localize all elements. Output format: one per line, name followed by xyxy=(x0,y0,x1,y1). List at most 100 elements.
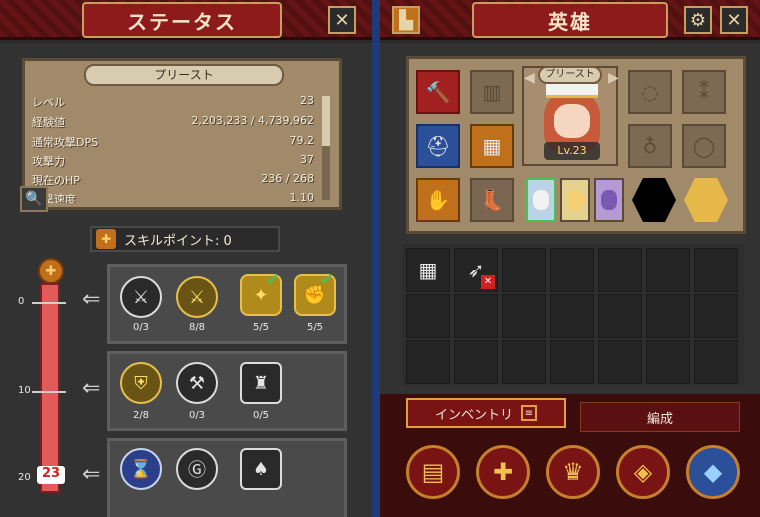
tier-arrow-icon: ⇐ xyxy=(82,462,101,487)
cross-icon: ✚ xyxy=(492,458,514,486)
party-hero-priest[interactable] xyxy=(526,178,556,222)
inventory-item-armor[interactable]: ▦ xyxy=(406,248,450,292)
chain-armor-icon: ▦ xyxy=(418,258,438,282)
hero-list-button[interactable]: ▙ xyxy=(392,6,420,34)
tab-party[interactable]: 編成 xyxy=(580,402,740,432)
crown-button[interactable]: ♛ xyxy=(546,445,600,499)
stat-value: 2,203,233 / 4,739,962 xyxy=(191,114,314,127)
status-panel: ステータス ✕ プリースト レベル 23 経験値 2,203,233 / 4,739… xyxy=(0,0,372,517)
stats-scrollbar[interactable] xyxy=(322,96,330,200)
earring-slot-empty[interactable]: ⁑ xyxy=(682,70,726,114)
crystal-icon: ◆ xyxy=(703,458,723,486)
glove-slot[interactable]: ✋ xyxy=(416,178,460,222)
armor-outline-icon: ▥ xyxy=(482,80,502,104)
skill-count: 0/5 xyxy=(252,410,270,421)
stat-value: 23 xyxy=(300,94,314,107)
inventory-cell[interactable] xyxy=(646,340,690,384)
inventory-cell[interactable] xyxy=(454,340,498,384)
inventory-cell[interactable] xyxy=(694,294,738,338)
portrait-hat xyxy=(546,84,598,98)
axe-icon[interactable]: ⚒ xyxy=(176,362,218,404)
gear-icon: ⚙ xyxy=(689,9,707,31)
hero-title: 英雄 xyxy=(472,2,668,38)
stat-label: レベル xyxy=(32,96,65,109)
boots-slot[interactable]: 👢 xyxy=(470,178,514,222)
inventory-cell[interactable] xyxy=(598,248,642,292)
ring-slot-empty[interactable]: ◯ xyxy=(682,124,726,168)
inventory-cell[interactable] xyxy=(694,248,738,292)
inventory-cell[interactable] xyxy=(406,294,450,338)
rune-icon[interactable]: Ⓖ xyxy=(176,448,218,490)
hero-settings-button[interactable]: ⚙ xyxy=(684,6,712,34)
stat-row-speed: 攻撃速度 1.10 xyxy=(32,191,314,203)
prev-hero-icon[interactable]: ◀ xyxy=(524,70,535,86)
hourglass-icon[interactable]: ⌛ xyxy=(120,448,162,490)
weapon-slot[interactable]: 🔨 xyxy=(416,70,460,114)
ring-icon: ◯ xyxy=(692,134,716,158)
fortress-icon[interactable]: ♜ xyxy=(240,362,282,404)
mace-icon: 🔨 xyxy=(425,80,451,104)
party-hero-knight[interactable] xyxy=(560,178,590,222)
close-icon: ✕ xyxy=(726,9,742,31)
inventory-cell[interactable] xyxy=(550,294,594,338)
stat-label: 経験値 xyxy=(32,116,65,129)
inventory-cell[interactable] xyxy=(502,340,546,384)
inventory-cell[interactable] xyxy=(694,340,738,384)
next-hero-icon[interactable]: ▶ xyxy=(608,70,619,86)
inventory-cell[interactable] xyxy=(502,294,546,338)
tier-label: 0 xyxy=(18,296,25,307)
sort-icon[interactable]: ≡ xyxy=(521,405,537,421)
portrait-class-label: プリースト xyxy=(538,66,602,84)
chest-icon: ▤ xyxy=(421,458,445,486)
armor-slot-empty[interactable]: ▥ xyxy=(470,70,514,114)
shield-icon[interactable]: ⛨ xyxy=(120,362,162,404)
cube-button[interactable]: ◈ xyxy=(616,445,670,499)
crossed-blades-icon[interactable]: ⚔ xyxy=(176,276,218,318)
status-close-button[interactable]: ✕ xyxy=(328,6,356,34)
inventory-cell[interactable] xyxy=(598,294,642,338)
stats-scroll-thumb[interactable] xyxy=(322,96,330,146)
class-name-label: プリースト xyxy=(84,64,284,86)
earring-icon: ⁑ xyxy=(699,80,709,104)
hero-avatar-icon xyxy=(601,190,617,210)
inventory-cell[interactable] xyxy=(646,248,690,292)
stat-value: 79.2 xyxy=(289,134,315,147)
zoom-button[interactable]: 🔍 xyxy=(20,186,48,212)
inventory-cell[interactable] xyxy=(502,248,546,292)
stat-row-exp: 経験値 2,203,233 / 4,739,962 xyxy=(32,114,314,132)
inventory-cell[interactable] xyxy=(598,340,642,384)
potion-icon: ♁ xyxy=(642,134,658,158)
skill-cross-button[interactable]: ✚ xyxy=(476,445,530,499)
hero-close-button[interactable]: ✕ xyxy=(720,6,748,34)
inventory-cell[interactable] xyxy=(550,340,594,384)
stat-row-attack: 攻撃力 37 xyxy=(32,153,314,171)
tab-inventory-label: インベントリ xyxy=(434,407,513,423)
close-icon: ✕ xyxy=(334,9,350,31)
spade-icon[interactable]: ♠ xyxy=(240,448,282,490)
necklace-slot-empty[interactable]: ◌ xyxy=(628,70,672,114)
tier-label: 20 xyxy=(18,472,31,483)
crystal-button[interactable]: ◆ xyxy=(686,445,740,499)
crossed-swords-icon[interactable]: ⚔ xyxy=(120,276,162,318)
skill-points-label: スキルポイント: 0 xyxy=(124,233,232,249)
inventory-item-bow[interactable]: ➶ ✕ xyxy=(454,248,498,292)
check-icon: ✔ xyxy=(266,270,280,289)
inventory-cell[interactable] xyxy=(454,294,498,338)
tab-inventory[interactable]: インベントリ ≡ xyxy=(406,398,566,428)
panel-divider xyxy=(372,0,380,517)
helmet-slot[interactable]: ⛑ xyxy=(416,124,460,168)
crown-icon: ♛ xyxy=(562,458,584,486)
skill-count: 2/8 xyxy=(132,410,150,421)
status-titlebar: ステータス ✕ xyxy=(0,0,372,40)
inventory-cell[interactable] xyxy=(646,294,690,338)
inventory-cell[interactable] xyxy=(550,248,594,292)
party-hero-mage[interactable] xyxy=(594,178,624,222)
chest-button[interactable]: ▤ xyxy=(406,445,460,499)
stat-label: 通常攻撃DPS xyxy=(32,136,99,149)
inventory-cell[interactable] xyxy=(406,340,450,384)
cube-icon: ◈ xyxy=(633,458,653,486)
necklace-icon: ◌ xyxy=(641,80,659,104)
potion-slot-empty[interactable]: ♁ xyxy=(628,124,672,168)
armor-slot[interactable]: ▦ xyxy=(470,124,514,168)
stat-label: 攻撃力 xyxy=(32,155,65,168)
